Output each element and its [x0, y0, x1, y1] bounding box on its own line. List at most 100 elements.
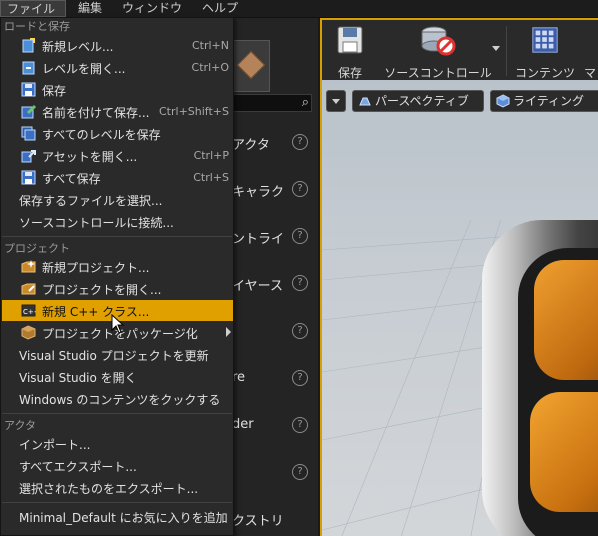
place-item[interactable]: ?	[232, 323, 312, 343]
menu-item-save-as[interactable]: 名前を付けて保存... Ctrl+Shift+S	[2, 101, 233, 122]
toolbar-divider	[506, 26, 507, 76]
menu-item-open-visual-studio[interactable]: Visual Studio を開く	[2, 366, 233, 387]
new-level-icon	[22, 38, 35, 53]
help-icon[interactable]: ?	[292, 275, 308, 291]
marketplace-button[interactable]: マ	[584, 24, 598, 80]
menu-item-label: 保存するファイルを選択...	[19, 194, 163, 208]
place-item[interactable]: クストリ	[232, 510, 312, 530]
menu-item-label: 選択されたものをエクスポート...	[19, 482, 199, 496]
help-icon[interactable]: ?	[292, 417, 308, 433]
menu-item-label: ソースコントロールに接続...	[19, 216, 174, 230]
menu-item-export-all[interactable]: すべてエクスポート...	[2, 455, 233, 476]
menu-item-label: すべて保存	[42, 172, 101, 186]
menu-item-choose-files-to-save[interactable]: 保存するファイルを選択...	[2, 189, 233, 210]
menu-item-label: Visual Studio プロジェクトを更新	[19, 349, 209, 363]
menu-edit[interactable]: 編集	[72, 0, 108, 17]
menu-item-label: プロジェクトを開く...	[42, 283, 162, 297]
menu-file[interactable]: ファイル	[0, 0, 66, 17]
package-icon	[21, 325, 36, 340]
submenu-arrow-icon	[226, 327, 231, 337]
section-header-actor: アクタ	[4, 419, 37, 432]
help-icon[interactable]: ?	[292, 228, 308, 244]
menu-item-cook-windows[interactable]: Windows のコンテンツをクックする	[2, 388, 233, 409]
perspective-label: パースペクティブ	[375, 94, 469, 108]
place-item[interactable]: ントライ ?	[232, 228, 312, 248]
menu-item-label: レベルを開く...	[42, 62, 126, 76]
menu-bar: ファイル 編集 ウィンドウ ヘルプ	[0, 0, 598, 18]
source-control-icon	[421, 26, 456, 56]
place-item[interactable]: アクタ ?	[232, 134, 312, 154]
open-asset-icon	[21, 150, 36, 163]
open-project-icon	[21, 283, 36, 295]
help-icon[interactable]: ?	[292, 323, 308, 339]
menu-item-new-project[interactable]: 新規プロジェクト...	[2, 256, 233, 277]
chevron-down-icon[interactable]	[492, 46, 500, 51]
menu-item-shortcut: Ctrl+N	[191, 39, 229, 52]
menu-item-connect-source-control[interactable]: ソースコントロールに接続...	[2, 211, 233, 232]
lighting-cube-icon	[496, 94, 510, 108]
menu-item-new-level[interactable]: 新規レベル... Ctrl+N	[2, 35, 233, 56]
menu-item-label: すべてのレベルを保存	[42, 128, 161, 142]
place-item[interactable]: re ?	[232, 370, 312, 390]
menu-window[interactable]: ウィンドウ	[116, 0, 188, 17]
content-label: コンテンツ	[514, 66, 575, 80]
open-level-icon	[22, 61, 35, 75]
file-menu-dropdown: ロードと保存 新規レベル... Ctrl+N レベルを開く... Ctrl+O …	[0, 17, 234, 536]
menu-item-label: 保存	[42, 84, 67, 98]
help-icon[interactable]: ?	[292, 181, 308, 197]
place-item[interactable]: der ?	[232, 417, 312, 437]
content-button[interactable]: コンテンツ	[512, 24, 578, 80]
save-button[interactable]: 保存	[326, 24, 374, 80]
place-item-label: イヤース	[232, 279, 283, 294]
menu-item-export-selected[interactable]: 選択されたものをエクスポート...	[2, 477, 233, 498]
place-item-label: der	[232, 417, 254, 432]
lighting-button[interactable]: ライティング	[490, 90, 598, 112]
source-control-button[interactable]: ソースコントロール	[378, 24, 498, 80]
save-all-icon	[21, 170, 36, 185]
menu-item-add-favorite[interactable]: Minimal_Default にお気に入りを追加	[2, 506, 233, 527]
level-viewport[interactable]: パースペクティブ ライティング	[320, 80, 598, 536]
help-icon[interactable]: ?	[292, 370, 308, 386]
menu-item-label: 新規 C++ クラス...	[42, 305, 150, 319]
content-grid-icon	[532, 27, 558, 53]
asset-thumbnail[interactable]	[232, 40, 270, 92]
section-header-load-save: ロードと保存	[4, 20, 70, 33]
help-icon[interactable]: ?	[292, 134, 308, 150]
menu-item-open-asset[interactable]: アセットを開く... Ctrl+P	[2, 145, 233, 166]
menu-item-save[interactable]: 保存	[2, 79, 233, 100]
menu-item-shortcut: Ctrl+P	[193, 149, 229, 162]
menu-item-import[interactable]: インポート...	[2, 433, 233, 454]
viewport-options-button[interactable]	[326, 90, 346, 112]
menu-help[interactable]: ヘルプ	[196, 0, 244, 17]
menu-item-label: 名前を付けて保存...	[42, 106, 150, 120]
menu-item-label: Windows のコンテンツをクックする	[19, 393, 221, 407]
save-icon	[337, 26, 363, 54]
save-label: 保存	[337, 66, 362, 80]
menu-item-save-all[interactable]: すべて保存 Ctrl+S	[2, 167, 233, 188]
place-item[interactable]: ?	[232, 464, 312, 484]
cpp-class-icon: C++	[21, 304, 36, 317]
place-item-label: ントライ	[232, 232, 285, 247]
menu-item-refresh-vs-project[interactable]: Visual Studio プロジェクトを更新	[2, 344, 233, 365]
search-icon[interactable]: ⌕	[302, 95, 309, 110]
menu-item-save-all-levels[interactable]: すべてのレベルを保存	[2, 123, 233, 144]
place-item[interactable]: キャラク ?	[232, 181, 312, 201]
section-header-project: プロジェクト	[4, 242, 70, 255]
menu-item-open-project[interactable]: プロジェクトを開く...	[2, 278, 233, 299]
svg-text:C++: C++	[23, 308, 36, 316]
menu-divider	[2, 502, 232, 503]
place-item-label: キャラク	[232, 185, 285, 200]
menu-item-label: アセットを開く...	[42, 150, 138, 164]
menu-item-label: 新規レベル...	[42, 40, 114, 54]
save-all-levels-icon	[21, 126, 36, 141]
search-input[interactable]: ⌕	[232, 94, 312, 112]
perspective-icon	[359, 97, 371, 106]
chevron-down-icon	[332, 99, 340, 104]
main-toolbar: 保存 ソースコントロール コンテンツ マ	[320, 18, 598, 80]
menu-item-label: Minimal_Default にお気に入りを追加	[19, 511, 228, 525]
help-icon[interactable]: ?	[292, 464, 308, 480]
place-item[interactable]: イヤース ?	[232, 275, 312, 295]
menu-divider	[2, 236, 232, 237]
menu-item-open-level[interactable]: レベルを開く... Ctrl+O	[2, 57, 233, 78]
perspective-button[interactable]: パースペクティブ	[352, 90, 484, 112]
